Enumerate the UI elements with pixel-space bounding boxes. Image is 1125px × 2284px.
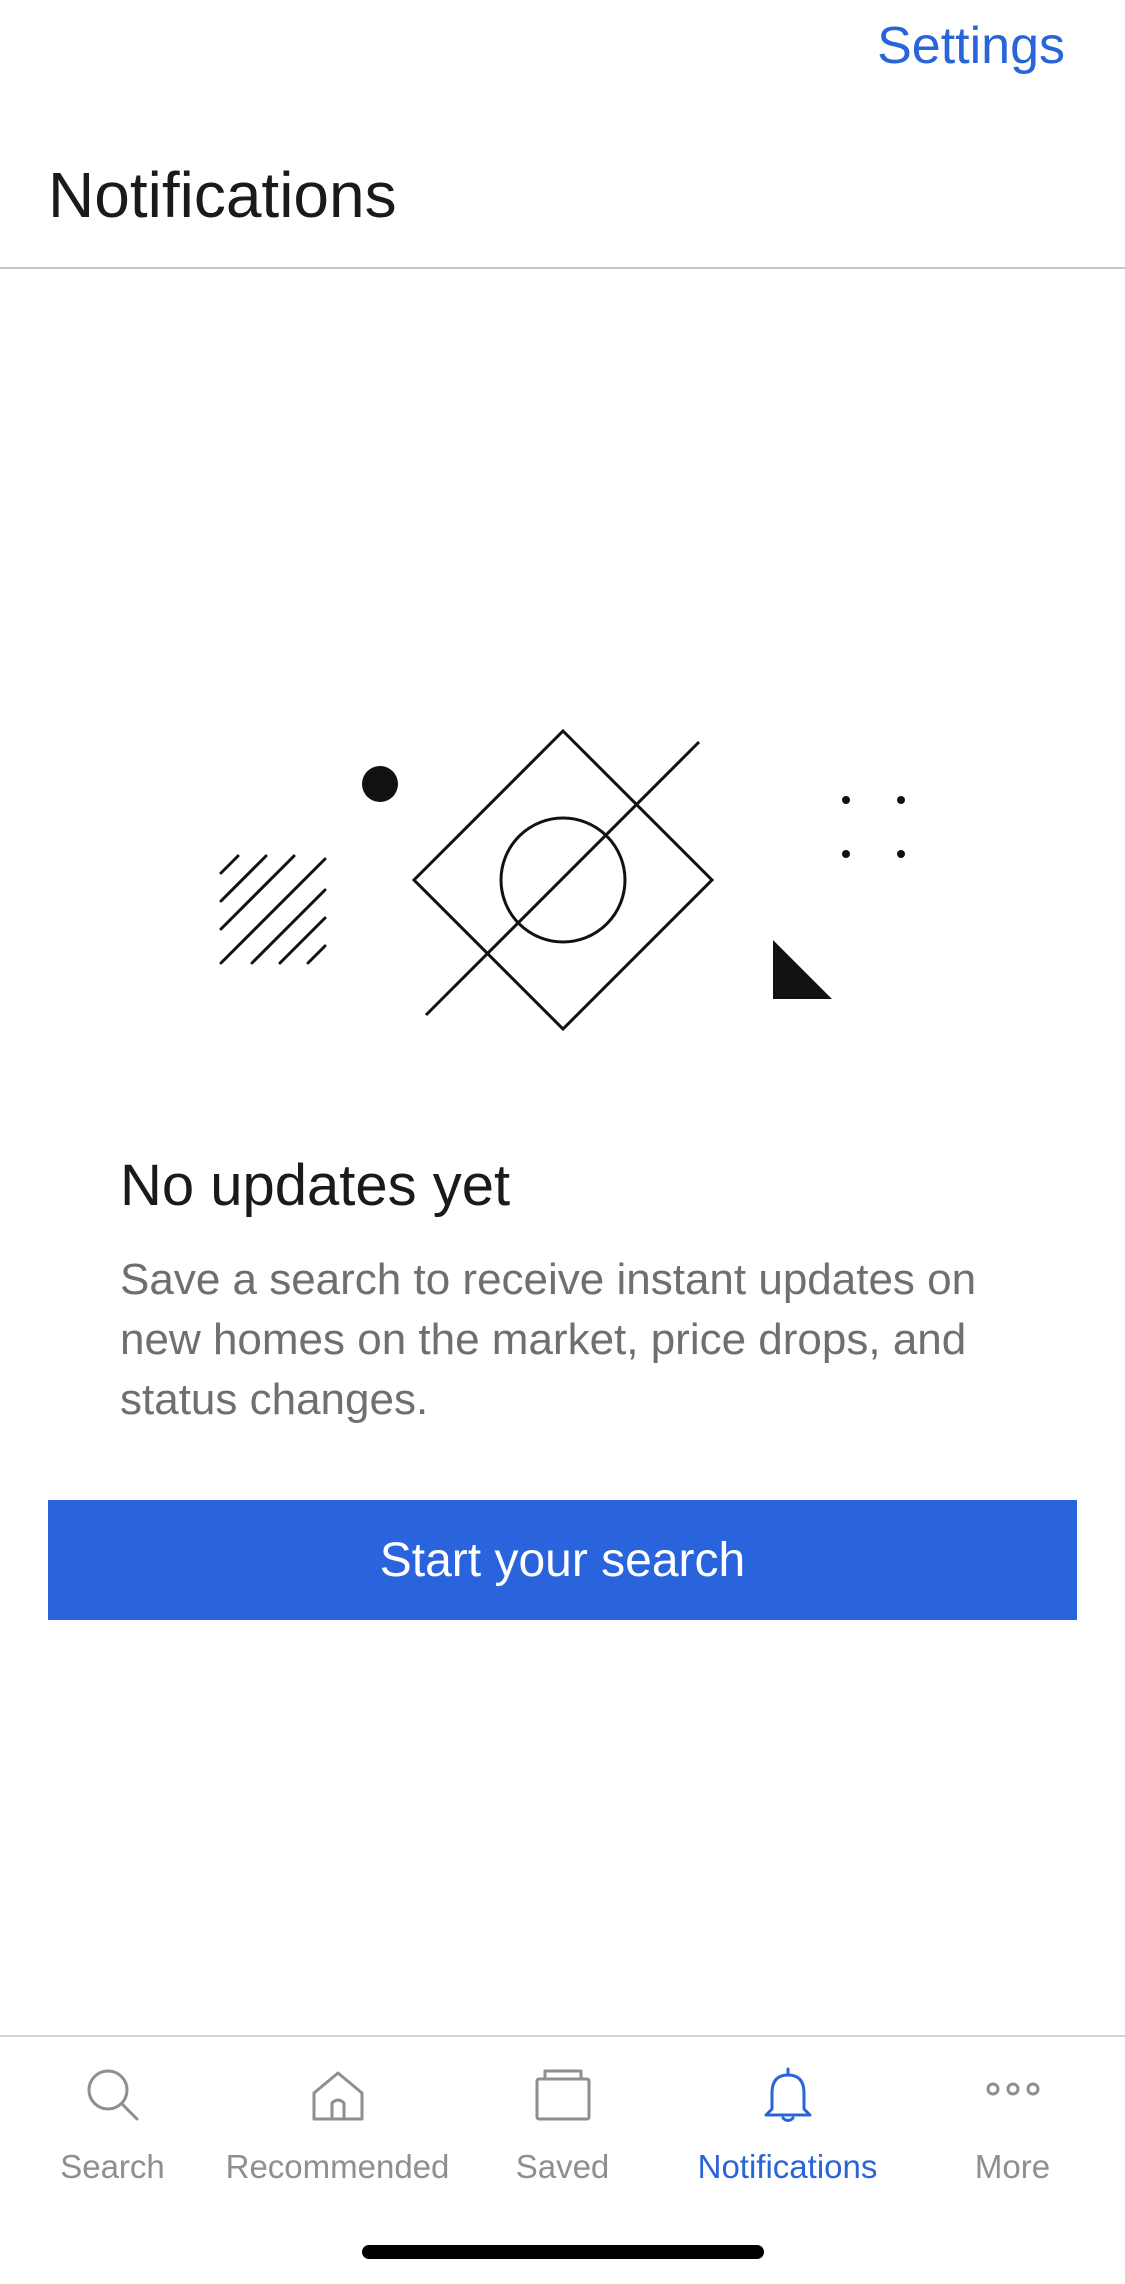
top-bar: Settings: [0, 0, 1125, 100]
tab-saved[interactable]: Saved: [450, 2037, 675, 2237]
tab-label: Notifications: [697, 2148, 878, 2185]
settings-link[interactable]: Settings: [877, 14, 1065, 78]
folder-icon: [535, 2069, 590, 2121]
home-indicator: [362, 2245, 764, 2259]
tab-more[interactable]: More: [900, 2037, 1125, 2237]
tab-label: More: [974, 2148, 1051, 2185]
home-icon: [312, 2071, 363, 2121]
page-title: Notifications: [48, 159, 397, 231]
tab-label: Recommended: [225, 2148, 450, 2185]
tab-label: Search: [60, 2148, 165, 2185]
tab-recommended[interactable]: Recommended: [225, 2037, 450, 2237]
start-search-button[interactable]: Start your search: [48, 1500, 1077, 1620]
tab-bar: Search Recommended Saved Notifications M…: [0, 2037, 1125, 2237]
empty-state-title: No updates yet: [120, 1153, 511, 1218]
triangle-shape: [773, 940, 832, 999]
empty-state-description: Save a search to receive instant updates…: [120, 1255, 977, 1424]
header-divider: [0, 267, 1125, 269]
bell-icon: [764, 2067, 811, 2122]
empty-state-illustration: [219, 728, 905, 1032]
tab-search[interactable]: Search: [0, 2037, 225, 2237]
tab-notifications[interactable]: Notifications: [675, 2037, 900, 2237]
more-icon: [986, 2082, 1039, 2096]
solid-dot: [362, 766, 398, 802]
search-icon: [87, 2069, 138, 2121]
diagonal-line: [424, 740, 701, 1017]
dot-grid: [842, 796, 905, 858]
tab-label: Saved: [515, 2148, 610, 2185]
hatch-pattern: [219, 854, 327, 965]
